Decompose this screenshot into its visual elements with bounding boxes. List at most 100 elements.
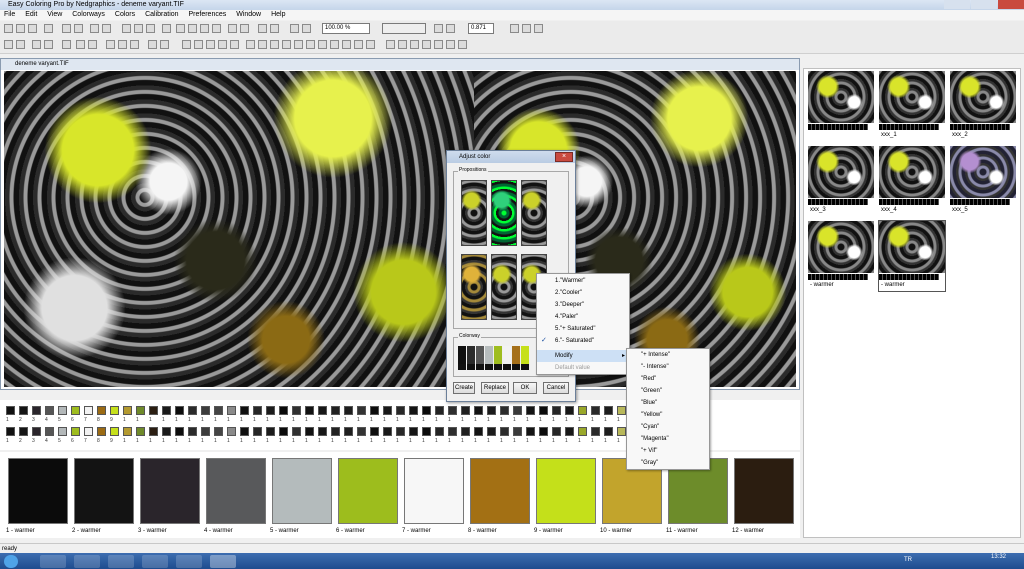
color-swatch[interactable] bbox=[500, 427, 509, 436]
print-icon[interactable] bbox=[44, 24, 53, 33]
dialog-colorway-swatch[interactable] bbox=[503, 346, 511, 364]
thumbnail[interactable]: xxx_3 bbox=[808, 146, 874, 216]
palette-icon[interactable] bbox=[200, 24, 209, 33]
color-swatch[interactable] bbox=[344, 427, 353, 436]
window-icon[interactable] bbox=[146, 24, 155, 33]
menu-view[interactable]: View bbox=[43, 10, 66, 20]
color-swatch[interactable] bbox=[71, 406, 80, 415]
easycoloring-taskbar-icon[interactable] bbox=[210, 555, 236, 568]
color-swatch[interactable] bbox=[500, 406, 509, 415]
color-swatch[interactable] bbox=[214, 406, 223, 415]
submenu-item-minus-intense[interactable]: "- Intense" bbox=[627, 361, 709, 373]
color-swatch[interactable] bbox=[435, 427, 444, 436]
tile-icon[interactable] bbox=[228, 24, 237, 33]
open-icon[interactable] bbox=[16, 24, 25, 33]
color-swatch[interactable] bbox=[448, 427, 457, 436]
color-swatch[interactable] bbox=[149, 427, 158, 436]
dialog-colorway-swatch[interactable] bbox=[467, 364, 475, 370]
sort-icon[interactable] bbox=[88, 40, 97, 49]
tool-c-icon[interactable] bbox=[270, 40, 279, 49]
globe-icon[interactable] bbox=[194, 40, 203, 49]
info-icon[interactable] bbox=[148, 40, 157, 49]
thumbnail[interactable]: xxx_2 bbox=[950, 71, 1016, 141]
color-swatch[interactable] bbox=[266, 406, 275, 415]
colorway-swatch[interactable] bbox=[734, 458, 794, 524]
color-swatch[interactable] bbox=[149, 406, 158, 415]
dialog-colorway-swatch[interactable] bbox=[494, 346, 502, 364]
colorway-swatch[interactable] bbox=[338, 458, 398, 524]
delete-icon[interactable] bbox=[62, 40, 71, 49]
tool-d-icon[interactable] bbox=[282, 40, 291, 49]
menu-edit[interactable]: Edit bbox=[21, 10, 41, 20]
color-swatch[interactable] bbox=[539, 427, 548, 436]
color-swatch[interactable] bbox=[448, 406, 457, 415]
color-swatch[interactable] bbox=[409, 406, 418, 415]
dialog-colorway-swatch[interactable] bbox=[512, 364, 520, 370]
tool-h-icon[interactable] bbox=[330, 40, 339, 49]
color-swatch[interactable] bbox=[32, 406, 41, 415]
color-swatch[interactable] bbox=[565, 427, 574, 436]
bars-icon[interactable] bbox=[182, 40, 191, 49]
color-swatch[interactable] bbox=[292, 427, 301, 436]
dialog-colorway-swatch[interactable] bbox=[458, 346, 466, 364]
zoom-field[interactable]: 100.00 % bbox=[322, 23, 370, 34]
color-swatch[interactable] bbox=[617, 406, 626, 415]
clock[interactable]: 13:32 bbox=[991, 554, 1006, 561]
color-swatch[interactable] bbox=[526, 406, 535, 415]
color-swatch[interactable] bbox=[240, 406, 249, 415]
menu-item-plus-saturated[interactable]: 5."+ Saturated" bbox=[537, 323, 629, 335]
menu-help[interactable]: Help bbox=[267, 10, 289, 20]
color-swatch[interactable] bbox=[591, 427, 600, 436]
color-swatch[interactable] bbox=[58, 406, 67, 415]
color-swatch[interactable] bbox=[227, 427, 236, 436]
split2-icon[interactable] bbox=[118, 40, 127, 49]
zoom-slider[interactable] bbox=[382, 23, 426, 34]
colorway-swatch[interactable] bbox=[8, 458, 68, 524]
help-icon[interactable] bbox=[102, 24, 111, 33]
color-swatch[interactable] bbox=[383, 427, 392, 436]
submenu-item-plus-intense[interactable]: "+ Intense" bbox=[627, 349, 709, 361]
color-swatch[interactable] bbox=[175, 427, 184, 436]
dialog-colorway-swatch[interactable] bbox=[485, 364, 493, 370]
dialog-colorway-swatch[interactable] bbox=[458, 364, 466, 370]
color-swatch[interactable] bbox=[84, 427, 93, 436]
export-icon[interactable] bbox=[16, 40, 25, 49]
tool-i-icon[interactable] bbox=[342, 40, 351, 49]
thumbnail-selected[interactable]: - warmer bbox=[878, 220, 946, 292]
color-swatch[interactable] bbox=[331, 406, 340, 415]
submenu-item-blue[interactable]: "Blue" bbox=[627, 397, 709, 409]
color-swatch[interactable] bbox=[435, 406, 444, 415]
color-swatch[interactable] bbox=[513, 427, 522, 436]
submenu-item-green[interactable]: "Green" bbox=[627, 385, 709, 397]
color-swatch[interactable] bbox=[110, 406, 119, 415]
prev-icon[interactable] bbox=[32, 40, 41, 49]
colorway-swatch[interactable] bbox=[272, 458, 332, 524]
color-swatch[interactable] bbox=[565, 406, 574, 415]
color-swatch[interactable] bbox=[617, 427, 626, 436]
color-swatch[interactable] bbox=[84, 406, 93, 415]
color-swatch[interactable] bbox=[32, 427, 41, 436]
menu-item-minus-saturated[interactable]: ✓ 6."- Saturated" bbox=[537, 335, 629, 347]
thumbnail[interactable]: xxx_5 bbox=[950, 146, 1016, 216]
color-swatch[interactable] bbox=[591, 406, 600, 415]
color-swatch[interactable] bbox=[357, 427, 366, 436]
layout-c-icon[interactable] bbox=[534, 24, 543, 33]
proposition-1[interactable] bbox=[461, 180, 487, 246]
color-b-icon[interactable] bbox=[434, 40, 443, 49]
submenu-item-plus-vif[interactable]: "+ Vif" bbox=[627, 445, 709, 457]
menu-calibration[interactable]: Calibration bbox=[141, 10, 182, 20]
clone-icon[interactable] bbox=[130, 40, 139, 49]
menu-item-cooler[interactable]: 2."Cooler" bbox=[537, 287, 629, 299]
dialog-colorway-swatch[interactable] bbox=[485, 346, 493, 364]
app-taskbar-icon[interactable] bbox=[176, 555, 202, 568]
zoom-out-icon[interactable] bbox=[446, 24, 455, 33]
color-swatch[interactable] bbox=[253, 406, 262, 415]
color-swatch[interactable] bbox=[162, 406, 171, 415]
proposition-3[interactable] bbox=[521, 180, 547, 246]
submenu-item-magenta[interactable]: "Magenta" bbox=[627, 433, 709, 445]
chrome-taskbar-icon[interactable] bbox=[142, 555, 168, 568]
minimize-button[interactable] bbox=[944, 0, 970, 9]
color-swatch[interactable] bbox=[552, 406, 561, 415]
image-canvas[interactable] bbox=[4, 71, 796, 387]
color-swatch[interactable] bbox=[71, 427, 80, 436]
